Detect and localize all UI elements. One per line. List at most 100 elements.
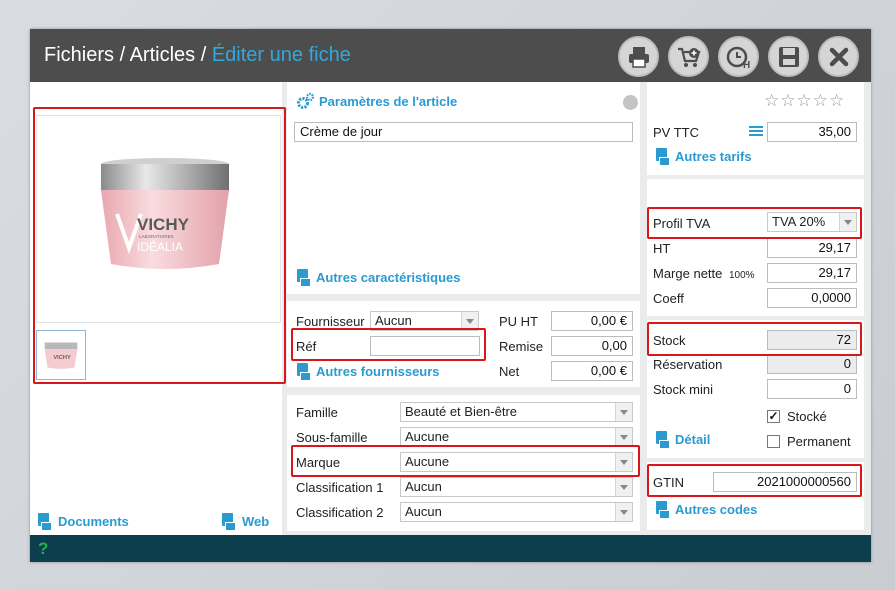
breadcrumb-current: Éditer une fiche xyxy=(211,44,351,66)
breadcrumb-separator: / xyxy=(195,44,212,66)
classification-1-select[interactable]: Aucun xyxy=(400,477,633,497)
pu-ht-field[interactable]: 0,00 € xyxy=(551,311,633,331)
chevron-down-icon xyxy=(615,428,632,446)
ref-field[interactable] xyxy=(370,336,480,356)
pv-ttc-label: PV TTC xyxy=(653,125,699,140)
fournisseur-label: Fournisseur xyxy=(296,314,365,329)
article-name-field[interactable]: Crème de jour xyxy=(294,122,633,142)
chevron-down-icon xyxy=(615,453,632,471)
chevron-down-icon xyxy=(839,213,856,231)
title-bar: Fichiers / Articles / Éditer une fiche H xyxy=(30,29,871,82)
breadcrumb: Fichiers / Articles / Éditer une fiche xyxy=(44,44,351,67)
svg-text:LABORATOIRES: LABORATOIRES xyxy=(139,234,174,239)
sous-famille-select[interactable]: Aucune xyxy=(400,427,633,447)
print-button[interactable] xyxy=(618,36,659,77)
classification-2-select[interactable]: Aucun xyxy=(400,502,633,522)
product-image[interactable]: VICHY LABORATOIRES IDÉALIA xyxy=(95,156,235,274)
breadcrumb-articles[interactable]: Articles xyxy=(130,44,196,66)
stock-mini-field[interactable]: 0 xyxy=(767,379,857,399)
save-button[interactable] xyxy=(768,36,809,77)
chevron-down-icon xyxy=(615,403,632,421)
article-edit-window: Fichiers / Articles / Éditer une fiche H xyxy=(30,29,871,562)
media-panel: VICHY LABORATOIRES IDÉALIA VICHY Documen… xyxy=(30,82,282,535)
gtin-panel: GTIN 2021000000560 Autres codes xyxy=(647,462,864,530)
chevron-down-icon xyxy=(615,478,632,496)
document-icon xyxy=(297,269,311,287)
svg-text:VICHY: VICHY xyxy=(53,355,71,361)
status-dot xyxy=(623,95,638,110)
reservation-field: 0 xyxy=(767,354,857,374)
classification-2-label: Classification 2 xyxy=(296,505,384,520)
stocke-label: Stocké xyxy=(787,409,827,424)
stock-field: 72 xyxy=(767,330,857,350)
document-icon xyxy=(656,148,670,166)
parameters-title: Paramètres de l'article xyxy=(297,92,457,110)
coeff-label: Coeff xyxy=(653,291,684,306)
price-panel: ☆☆☆☆☆ PV TTC 35,00 Autres tarifs xyxy=(647,82,864,175)
documents-link[interactable]: Documents xyxy=(38,513,129,531)
famille-select[interactable]: Beauté et Bien-être xyxy=(400,402,633,422)
gears-icon xyxy=(297,92,315,109)
document-icon xyxy=(297,363,311,381)
close-icon xyxy=(829,47,848,66)
ht-label: HT xyxy=(653,241,671,256)
vat-panel: Profil TVA TVA 20% HT 29,17 Marge nette … xyxy=(647,179,864,316)
stock-label: Stock xyxy=(653,333,686,348)
other-codes-link[interactable]: Autres codes xyxy=(656,501,757,519)
reservation-label: Réservation xyxy=(653,357,723,372)
document-icon xyxy=(656,431,670,449)
pv-ttc-field[interactable]: 35,00 xyxy=(767,122,857,142)
remise-label: Remise xyxy=(499,339,544,354)
marque-select[interactable]: Aucune xyxy=(400,452,633,472)
history-button[interactable]: H xyxy=(718,36,759,77)
printer-icon xyxy=(628,46,649,68)
svg-text:H: H xyxy=(743,60,750,70)
stocke-checkbox[interactable]: ✓ xyxy=(767,410,780,423)
stock-mini-label: Stock mini xyxy=(653,382,713,397)
product-image-frame: VICHY LABORATOIRES IDÉALIA xyxy=(36,115,281,323)
permanent-checkbox[interactable] xyxy=(767,435,780,448)
marge-percent: 100% xyxy=(729,270,755,281)
other-prices-link[interactable]: Autres tarifs xyxy=(656,148,752,166)
classification-panel: Famille Beauté et Bien-être Sous-famille… xyxy=(287,395,640,531)
help-icon[interactable]: ? xyxy=(38,539,48,559)
cart-button[interactable] xyxy=(668,36,709,77)
breadcrumb-fichiers[interactable]: Fichiers xyxy=(44,44,114,66)
chevron-down-icon xyxy=(615,503,632,521)
document-icon xyxy=(222,513,236,531)
supplier-panel: Fournisseur Aucun Réf Autres fournisseur… xyxy=(287,301,640,387)
document-icon xyxy=(38,513,52,531)
stock-panel: Stock 72 Réservation 0 Stock mini 0 ✓ St… xyxy=(647,320,864,458)
ref-label: Réf xyxy=(296,339,317,354)
coeff-field[interactable]: 0,0000 xyxy=(767,288,857,308)
other-suppliers-link[interactable]: Autres fournisseurs xyxy=(297,363,440,381)
marge-nette-field[interactable]: 29,17 xyxy=(767,263,857,283)
cart-add-icon xyxy=(677,47,701,67)
fournisseur-select[interactable]: Aucun xyxy=(370,311,479,331)
ht-field[interactable]: 29,17 xyxy=(767,238,857,258)
detail-link[interactable]: Détail xyxy=(656,431,710,449)
famille-label: Famille xyxy=(296,405,338,420)
floppy-icon xyxy=(778,46,799,67)
gtin-field[interactable]: 2021000000560 xyxy=(713,472,857,492)
product-thumbnail[interactable]: VICHY xyxy=(36,330,86,380)
menu-lines-icon[interactable] xyxy=(749,126,763,136)
remise-field[interactable]: 0,00 xyxy=(551,336,633,356)
sous-famille-label: Sous-famille xyxy=(296,430,368,445)
other-characteristics-link[interactable]: Autres caractéristiques xyxy=(297,269,461,287)
gtin-label: GTIN xyxy=(653,475,685,490)
status-bar: ? xyxy=(30,535,871,562)
profil-tva-label: Profil TVA xyxy=(653,216,711,231)
net-field[interactable]: 0,00 € xyxy=(551,361,633,381)
profil-tva-select[interactable]: TVA 20% xyxy=(767,212,857,232)
parameters-panel: Paramètres de l'article Crème de jour Au… xyxy=(287,82,640,294)
svg-text:IDÉALIA: IDÉALIA xyxy=(137,239,183,254)
classification-1-label: Classification 1 xyxy=(296,480,384,495)
permanent-label: Permanent xyxy=(787,434,851,449)
rating-stars[interactable]: ☆☆☆☆☆ xyxy=(764,91,845,111)
close-button[interactable] xyxy=(818,36,859,77)
web-link[interactable]: Web xyxy=(222,513,269,531)
pu-ht-label: PU HT xyxy=(499,314,538,329)
net-label: Net xyxy=(499,364,520,379)
clock-h-icon: H xyxy=(726,46,750,70)
